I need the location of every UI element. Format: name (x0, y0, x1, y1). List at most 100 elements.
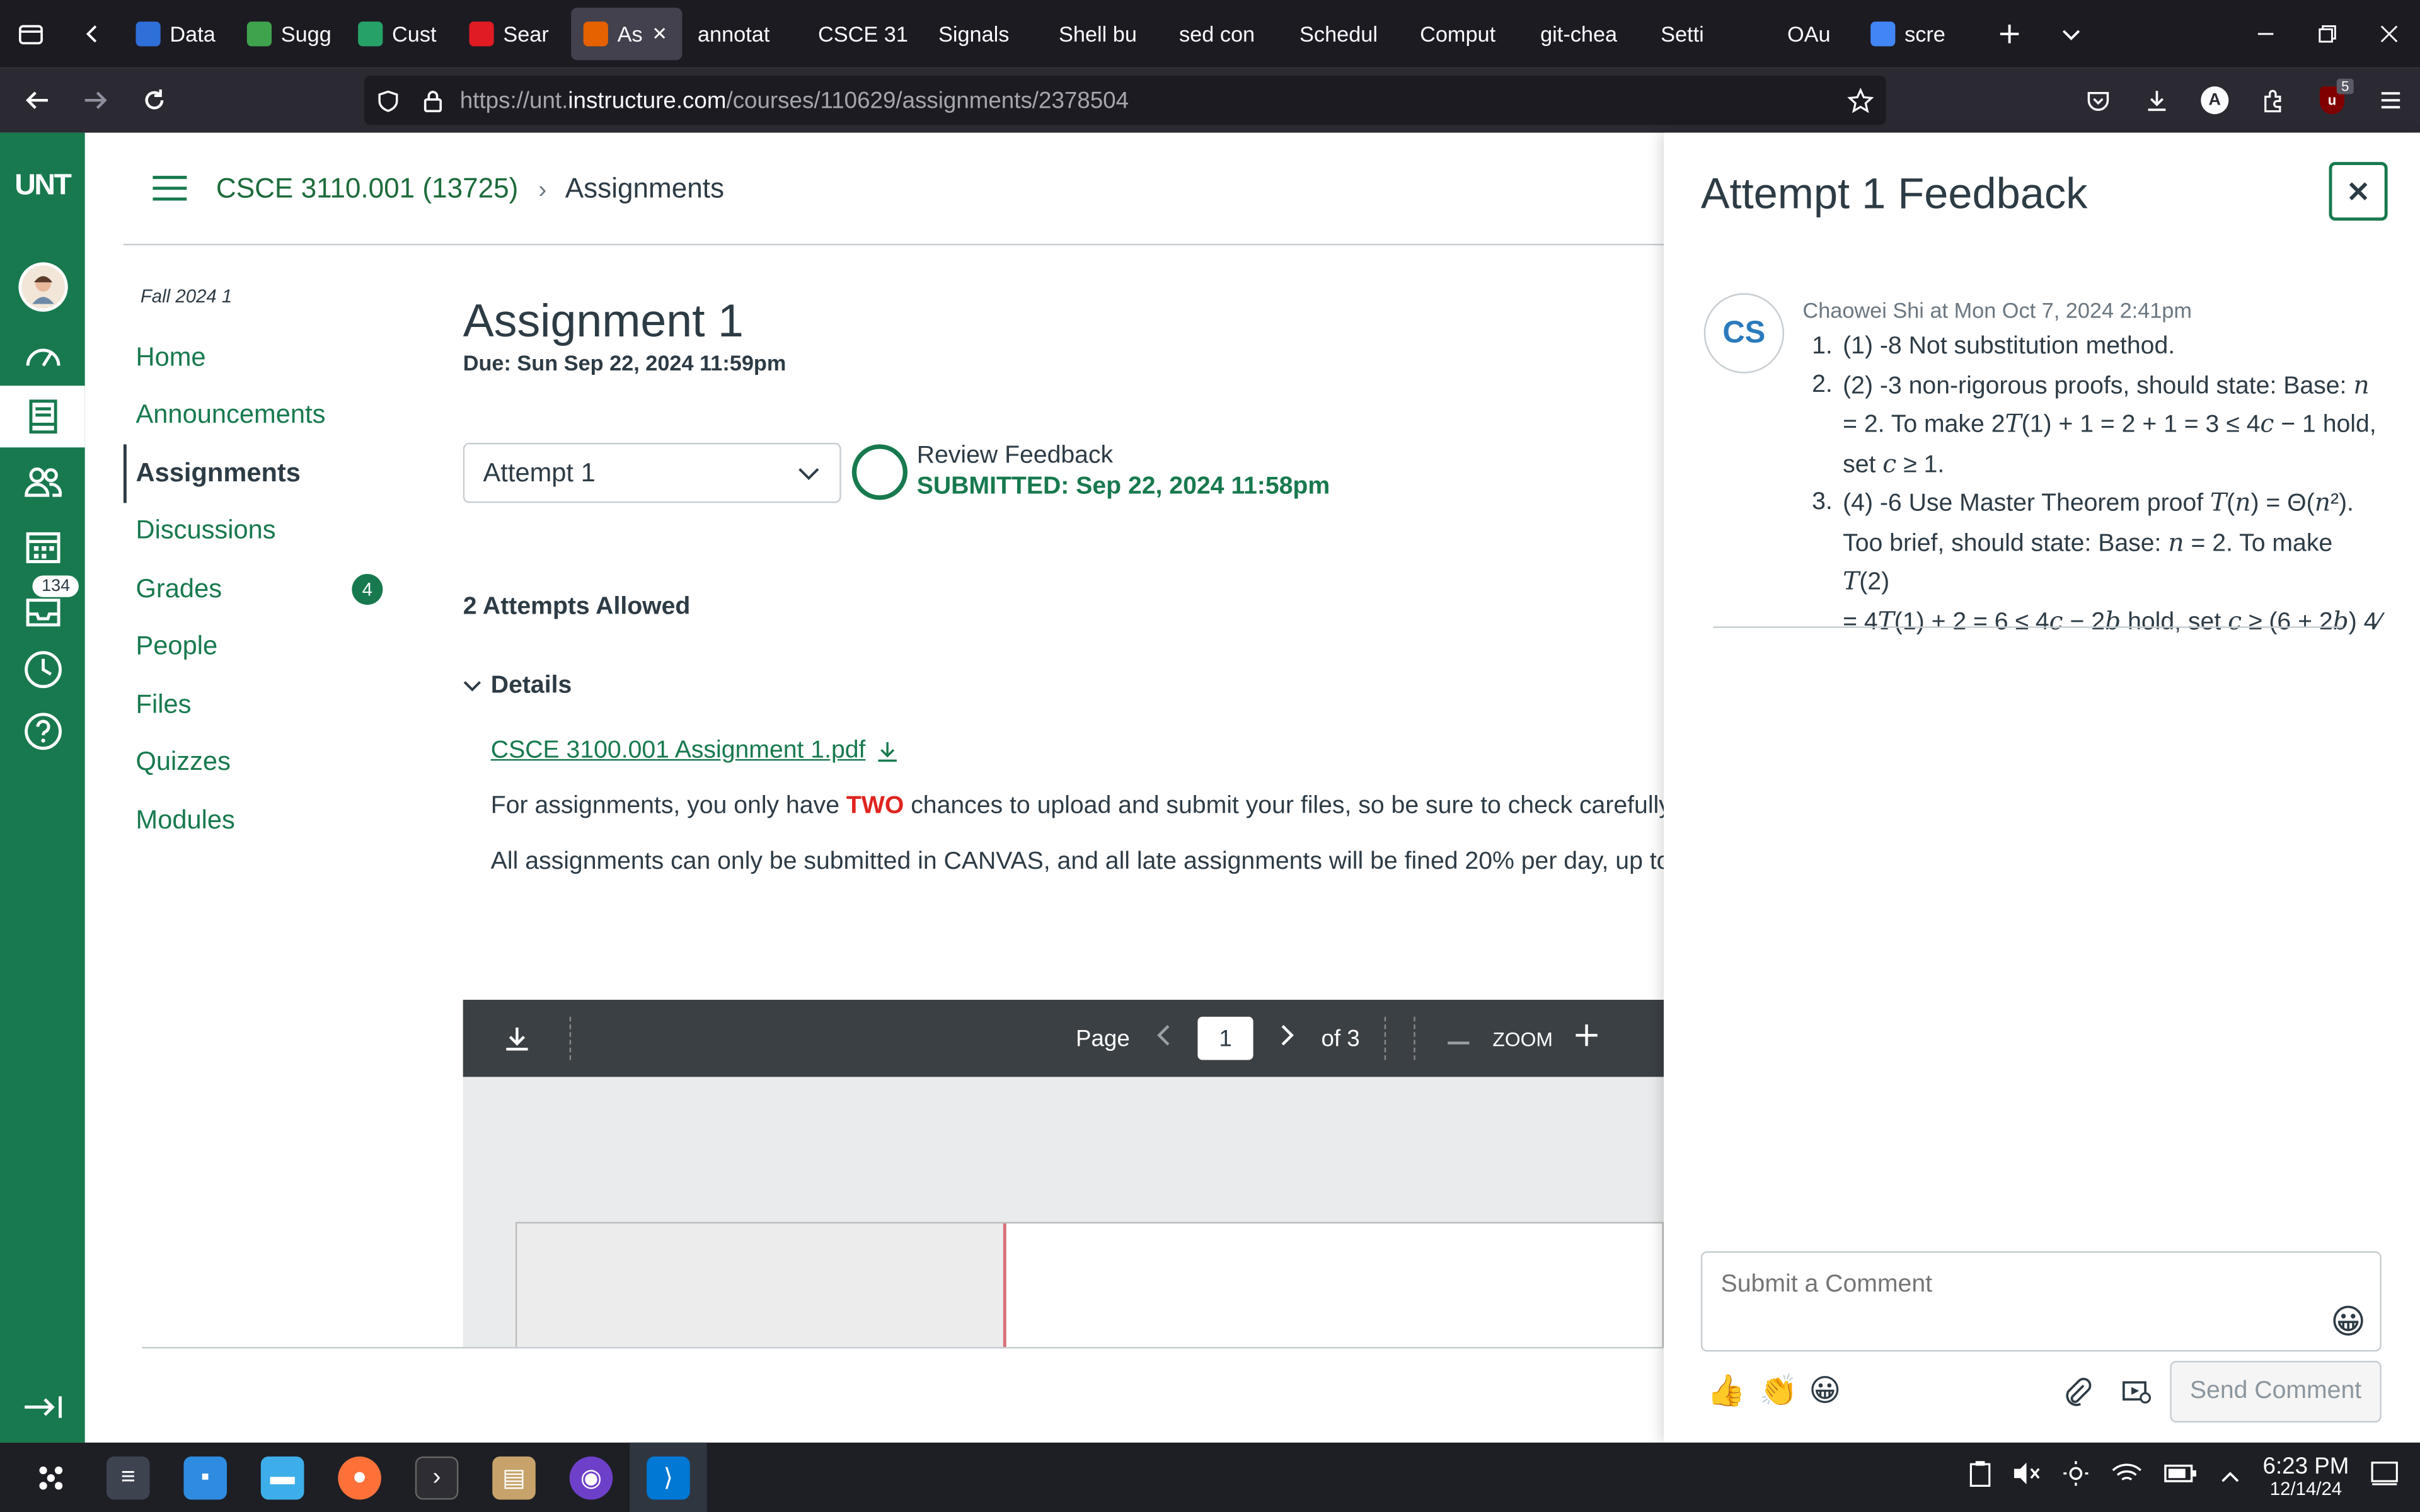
system-settings-icon[interactable]: ≡ (89, 1443, 166, 1512)
browser-tab[interactable]: Signals (926, 8, 1043, 60)
browser-tab[interactable]: CSCE 31 (805, 8, 923, 60)
groups-icon[interactable] (0, 450, 85, 512)
pdf-viewer[interactable] (463, 1077, 1664, 1349)
browser-tab[interactable]: git-chea (1528, 8, 1645, 60)
feedback-title: Attempt 1 Feedback (1700, 169, 2088, 218)
vscode-icon[interactable]: ⟩ (630, 1442, 707, 1512)
app-menu-icon[interactable] (2361, 68, 2420, 133)
browser-tab[interactable]: Cust (346, 8, 454, 60)
page-number-input[interactable]: 1 (1197, 1016, 1253, 1060)
discover-store-icon[interactable]: ▪ (166, 1443, 243, 1512)
review-feedback-link[interactable]: Review Feedback (917, 443, 1113, 471)
dashboard-icon[interactable] (0, 324, 85, 386)
clipboard-icon[interactable] (1969, 1460, 1991, 1495)
new-tab-icon[interactable] (1979, 0, 2041, 68)
account-nav-item[interactable] (0, 256, 85, 318)
zoom-out-icon[interactable] (1446, 1025, 1471, 1051)
downloads-icon[interactable] (2127, 68, 2186, 133)
assignment-file-link[interactable]: CSCE 3100.001 Assignment 1.pdf (491, 738, 900, 765)
course-nav-item-files[interactable]: Files (124, 676, 401, 734)
course-nav-label: Modules (135, 805, 235, 835)
pdf-download-icon[interactable] (463, 1016, 572, 1060)
forward-icon[interactable] (66, 68, 125, 133)
browser-tab[interactable]: Comput (1407, 8, 1524, 60)
back-icon[interactable] (8, 68, 66, 133)
minimize-window-icon[interactable] (2235, 0, 2296, 68)
browser-tab[interactable]: sed con (1167, 8, 1284, 60)
download-icon[interactable] (875, 739, 899, 764)
reload-icon[interactable] (125, 68, 183, 133)
browser-tab[interactable]: scre (1858, 8, 1966, 60)
volume-muted-icon[interactable] (2013, 1461, 2041, 1493)
zoom-in-icon[interactable] (1574, 1023, 1599, 1054)
browser-tab[interactable]: OAu (1775, 8, 1855, 60)
unt-logo[interactable]: UNT (0, 169, 85, 203)
list-all-tabs-icon[interactable] (2041, 0, 2102, 68)
comment-textarea[interactable] (1700, 1251, 2382, 1352)
course-nav-item-assignments[interactable]: Assignments (123, 444, 401, 503)
browser-tab[interactable]: annotat (685, 8, 802, 60)
calendar-icon[interactable] (0, 515, 85, 577)
browser-tab[interactable]: Data (124, 8, 231, 60)
brightness-icon[interactable] (2062, 1460, 2090, 1495)
course-nav-item-home[interactable]: Home (124, 329, 401, 387)
tab-overview-icon[interactable] (0, 0, 62, 68)
commenter-avatar[interactable]: CS (1703, 293, 1785, 374)
send-comment-button[interactable]: Send Comment (2170, 1361, 2382, 1423)
scroll-tabs-left-icon[interactable] (62, 0, 124, 68)
thumbs-up-emoji-icon[interactable]: 👍 (1707, 1372, 1746, 1410)
clapping-emoji-icon[interactable]: 👏 (1760, 1372, 1798, 1410)
collapse-nav-icon[interactable] (0, 1377, 85, 1438)
tray-expand-icon[interactable] (2220, 1463, 2241, 1491)
help-icon[interactable] (0, 701, 85, 762)
github-desktop-icon[interactable]: ◉ (553, 1443, 630, 1512)
media-comment-icon[interactable] (2121, 1377, 2152, 1415)
course-nav-item-quizzes[interactable]: Quizzes (124, 733, 401, 791)
tracking-protection-icon[interactable] (364, 89, 410, 112)
show-desktop-icon[interactable] (2371, 1461, 2399, 1493)
browser-tab[interactable]: Sear (457, 8, 568, 60)
browser-tab[interactable]: Sugg (234, 8, 342, 60)
close-window-icon[interactable] (2358, 0, 2420, 68)
app-launcher-icon[interactable] (13, 1443, 89, 1512)
smile-emoji-icon[interactable]: 😀 (1809, 1372, 1841, 1410)
account-avatar-icon[interactable]: A (2186, 68, 2244, 133)
emoji-picker-icon[interactable]: 😀 (2331, 1302, 2366, 1343)
bookmark-star-icon[interactable] (1833, 87, 1886, 113)
restore-window-icon[interactable] (2296, 0, 2358, 68)
browser-tab[interactable]: Shell bu (1046, 8, 1163, 60)
attempt-select[interactable]: Attempt 1 (463, 442, 841, 503)
battery-icon[interactable] (2164, 1463, 2198, 1492)
url-bar[interactable]: https://unt.instructure.com/courses/1106… (364, 76, 1886, 125)
wifi-icon[interactable] (2112, 1461, 2143, 1493)
browser-tab[interactable]: Setti (1649, 8, 1772, 60)
course-nav-item-announcements[interactable]: Announcements (124, 386, 401, 444)
next-page-icon[interactable] (1278, 1023, 1296, 1054)
pocket-icon[interactable] (2068, 68, 2127, 133)
ublock-icon[interactable]: u 5 (2303, 68, 2361, 133)
details-toggle[interactable]: Details (463, 673, 572, 701)
close-feedback-button[interactable] (2329, 162, 2388, 221)
browser-tab[interactable]: As ✕ (571, 8, 683, 60)
terminal-icon[interactable]: › (398, 1443, 475, 1512)
extensions-icon[interactable] (2244, 68, 2303, 133)
archive-manager-icon[interactable]: ▤ (475, 1443, 552, 1512)
clock[interactable]: 6:23 PM 12/14/24 (2263, 1454, 2349, 1499)
course-nav-item-modules[interactable]: Modules (124, 791, 401, 849)
lock-icon[interactable] (410, 89, 454, 112)
breadcrumb-course-link[interactable]: CSCE 3110.001 (13725) (216, 172, 519, 203)
file-manager-icon[interactable]: ▬ (244, 1443, 321, 1512)
firefox-icon[interactable]: ● (321, 1443, 398, 1512)
prev-page-icon[interactable] (1155, 1023, 1173, 1054)
browser-tab[interactable]: Schedul (1287, 8, 1404, 60)
close-tab-icon[interactable]: ✕ (652, 23, 667, 45)
submission-progress-icon[interactable] (851, 444, 908, 500)
attach-file-icon[interactable] (2062, 1377, 2093, 1415)
history-icon[interactable] (0, 639, 85, 701)
courses-icon[interactable] (0, 386, 85, 448)
course-nav-item-grades[interactable]: Grades 4 (124, 560, 401, 618)
course-menu-toggle-icon[interactable] (124, 173, 216, 203)
course-nav-item-discussions[interactable]: Discussions (124, 502, 401, 560)
course-nav-item-people[interactable]: People (124, 618, 401, 676)
inbox-icon[interactable]: 134 (0, 574, 85, 642)
